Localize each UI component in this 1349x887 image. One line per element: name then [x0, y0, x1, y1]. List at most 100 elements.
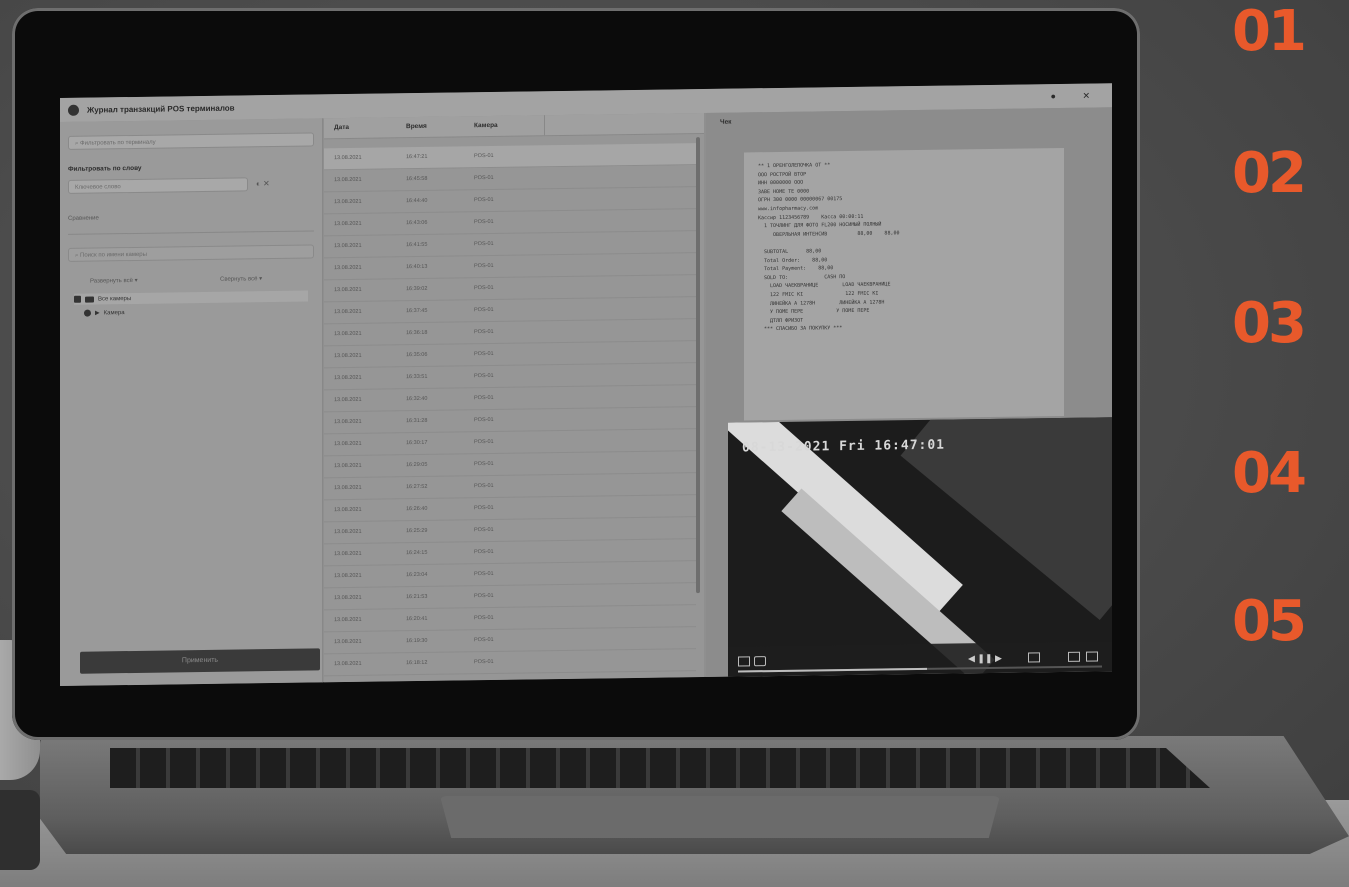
playback-controls-icon[interactable]: ◀ ❚❚ ▶ — [968, 653, 1002, 664]
cell-time: 16:33:51 — [406, 373, 428, 381]
cell-date: 13.08.2021 — [334, 220, 362, 228]
cell-camera: POS-01 — [474, 482, 494, 490]
table-row[interactable]: 13.08.2021 16:18:12 POS-01 — [324, 649, 696, 677]
cell-time: 16:40:13 — [406, 263, 428, 271]
receipt-header: Чек — [720, 118, 732, 126]
laptop-keyboard — [110, 748, 1210, 788]
camera-status-icon — [84, 309, 91, 317]
cell-camera: POS-01 — [474, 570, 494, 578]
step-number-05: 05 — [1232, 589, 1307, 654]
cell-camera: POS-01 — [474, 394, 494, 402]
cell-camera: POS-01 — [474, 548, 494, 556]
cell-camera: POS-01 — [474, 174, 494, 182]
cell-time: 16:19:30 — [406, 637, 428, 645]
expand-all-button[interactable]: Развернуть всё ▾ — [90, 277, 138, 285]
step-number-04: 04 — [1232, 441, 1307, 506]
transactions-table: Дата Время Камера 13.08.2021 16:47:21 POS-… — [324, 113, 704, 683]
cell-time: 16:35:06 — [406, 351, 428, 359]
table-scrollbar[interactable] — [696, 137, 700, 594]
receipt-text: ** 1 ОРЕНГОЛЕПОЧКА ОТ ** ООО РОСТРОЙ ВТОР… — [744, 147, 1064, 421]
cell-time: 16:45:58 — [406, 175, 428, 183]
keyword-filter-title: Фильтровать по слову — [68, 164, 142, 173]
table-header: Дата Время Камера — [324, 113, 704, 140]
cell-date: 13.08.2021 — [334, 616, 362, 624]
app-logo-icon — [68, 104, 79, 116]
fullscreen-icon[interactable] — [1068, 651, 1080, 662]
cell-time: 16:41:55 — [406, 241, 428, 249]
tree-item-all-cameras[interactable]: Все камеры — [74, 290, 308, 305]
cell-camera: POS-01 — [474, 416, 494, 424]
cell-date: 13.08.2021 — [334, 594, 362, 602]
cell-date: 13.08.2021 — [334, 264, 362, 272]
cell-camera: POS-01 — [474, 504, 494, 512]
cell-camera: POS-01 — [474, 658, 494, 666]
cell-camera: POS-01 — [474, 240, 494, 248]
video-progress-fill — [738, 667, 928, 673]
cell-camera: POS-01 — [474, 284, 494, 292]
cell-date: 13.08.2021 — [334, 308, 362, 316]
window-icon[interactable] — [1086, 651, 1098, 662]
filter-panel: ⌕ Фильтровать по терминалу Фильтровать п… — [60, 118, 323, 686]
laptop-trackpad — [440, 796, 1000, 838]
cell-time: 16:26:40 — [406, 505, 428, 513]
cell-time: 16:25:29 — [406, 527, 428, 535]
cell-camera: POS-01 — [474, 526, 494, 534]
cell-date: 13.08.2021 — [334, 330, 362, 338]
zoom-icon[interactable] — [1028, 652, 1040, 663]
collapse-all-button[interactable]: Свернуть всё ▾ — [220, 275, 262, 283]
cell-date: 13.08.2021 — [334, 198, 362, 206]
cell-date: 13.08.2021 — [334, 154, 362, 162]
keyword-input[interactable]: Ключевое слово — [68, 177, 248, 194]
cell-camera: POS-01 — [474, 328, 494, 336]
folder-icon — [85, 296, 94, 303]
cell-time: 16:29:05 — [406, 461, 428, 469]
checkbox-icon[interactable] — [74, 295, 81, 303]
cell-date: 13.08.2021 — [334, 484, 362, 492]
step-number-02: 02 — [1232, 141, 1307, 206]
cell-camera: POS-01 — [474, 306, 494, 314]
cell-date: 13.08.2021 — [334, 462, 362, 470]
cell-camera: POS-01 — [474, 372, 494, 380]
cell-date: 13.08.2021 — [334, 286, 362, 294]
case-toggle-icon[interactable]: ◐ ✕ — [256, 179, 270, 188]
terminal-search-input[interactable]: ⌕ Фильтровать по терминалу — [68, 132, 314, 150]
print-icon[interactable] — [754, 656, 766, 667]
window-controls[interactable]: ● ✕ — [1051, 90, 1102, 102]
cell-date: 13.08.2021 — [334, 638, 362, 646]
camera-icon: ▶ — [95, 310, 100, 317]
compare-label: Сравнение — [68, 215, 99, 222]
cell-time: 16:31:28 — [406, 417, 428, 425]
cell-date: 13.08.2021 — [334, 440, 362, 448]
video-player[interactable]: 08-13-2021 Fri 16:47:01 ◀ ❚❚ ▶ — [728, 417, 1112, 677]
cell-date: 13.08.2021 — [334, 418, 362, 426]
cell-time: 16:23:04 — [406, 571, 428, 579]
apply-button[interactable]: Применить — [80, 648, 320, 674]
cell-time: 16:30:17 — [406, 439, 428, 447]
cell-camera: POS-01 — [474, 438, 494, 446]
cell-time: 16:20:41 — [406, 615, 428, 623]
cell-camera: POS-01 — [474, 196, 494, 204]
column-header-time[interactable]: Время — [396, 116, 464, 137]
cell-time: 16:21:53 — [406, 593, 428, 601]
divider — [68, 230, 314, 235]
camera-search-input[interactable]: ⌕ Поиск по имени камеры — [68, 244, 314, 262]
cell-date: 13.08.2021 — [334, 572, 362, 580]
column-header-empty — [544, 113, 694, 136]
decorative-tape — [0, 790, 40, 870]
snapshot-icon[interactable] — [738, 656, 750, 667]
column-header-camera[interactable]: Камера — [464, 115, 544, 136]
cell-camera: POS-01 — [474, 262, 494, 270]
cell-date: 13.08.2021 — [334, 396, 362, 404]
cell-time: 16:39:02 — [406, 285, 428, 293]
column-header-date[interactable]: Дата — [324, 117, 396, 138]
video-progress-bar[interactable] — [738, 665, 1102, 673]
cell-time: 16:44:40 — [406, 197, 428, 205]
cell-date: 13.08.2021 — [334, 242, 362, 250]
cell-date: 13.08.2021 — [334, 660, 362, 668]
app-title: Журнал транзакций POS терминалов — [87, 103, 235, 115]
app-window: Журнал транзакций POS терминалов ● ✕ ⌕ Ф… — [60, 83, 1112, 686]
cell-time: 16:27:52 — [406, 483, 428, 491]
cell-date: 13.08.2021 — [334, 506, 362, 514]
video-timestamp: 08-13-2021 Fri 16:47:01 — [742, 437, 946, 456]
tree-item-camera[interactable]: ▶ Камера — [84, 309, 125, 317]
